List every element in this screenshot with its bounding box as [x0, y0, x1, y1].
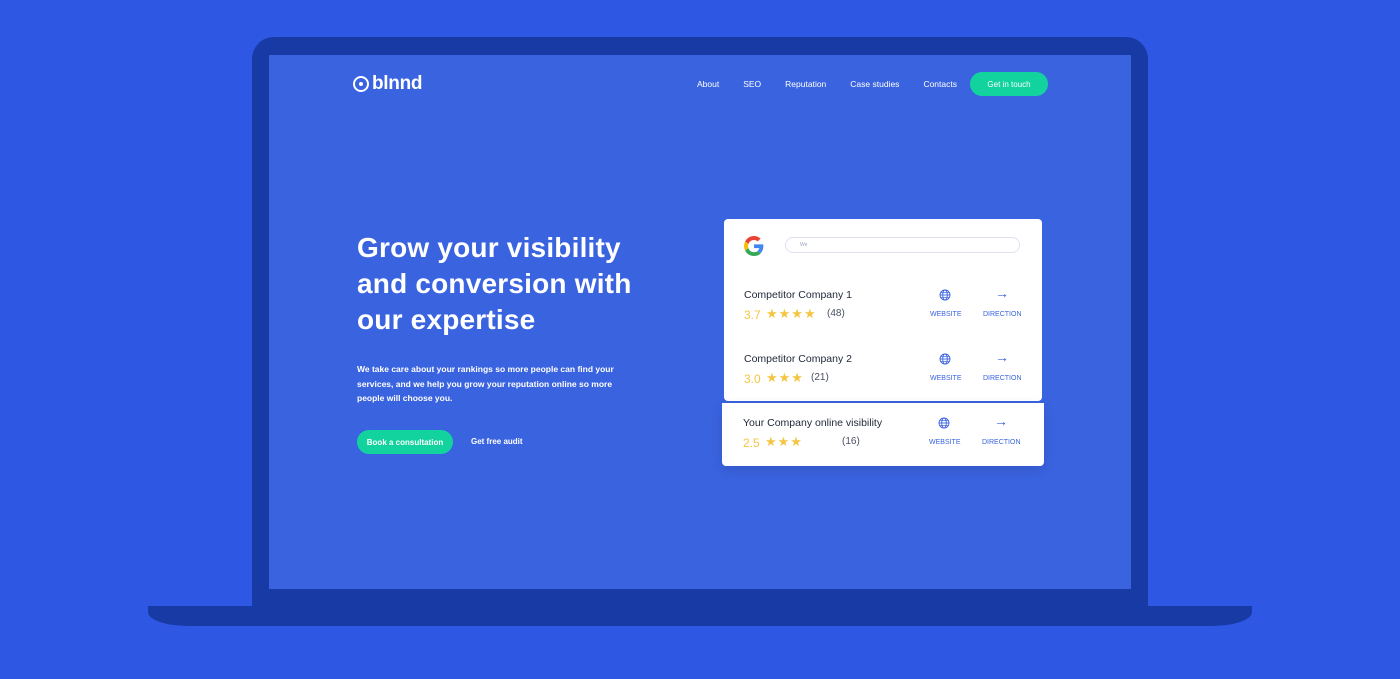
listing-name: Your Company online visibility: [743, 417, 883, 429]
listing-name: Competitor Company 2: [744, 353, 852, 365]
website-link[interactable]: WEBSITE: [930, 375, 962, 382]
nav-reputation[interactable]: Reputation: [785, 79, 826, 89]
nav-contacts[interactable]: Contacts: [923, 79, 957, 89]
free-audit-link[interactable]: Get free audit: [471, 437, 523, 446]
star-rating-icon: ★★★: [766, 370, 804, 385]
globe-icon[interactable]: [938, 417, 950, 429]
globe-icon[interactable]: [939, 289, 951, 301]
nav-seo[interactable]: SEO: [743, 79, 761, 89]
globe-icon[interactable]: [939, 353, 951, 365]
logo[interactable]: blnnd: [353, 73, 423, 94]
listing-rating: 3.0: [744, 372, 761, 386]
laptop-screen: blnnd About SEO Reputation Case studies …: [269, 55, 1131, 589]
arrow-right-icon[interactable]: →: [994, 413, 1008, 429]
listing-competitor-1: Competitor Company 1 3.7 ★★★★ (48) → WEB…: [744, 285, 1024, 329]
arrow-right-icon[interactable]: →: [995, 285, 1009, 301]
google-results-card: We Competitor Company 1 3.7 ★★★★ (48) → …: [724, 219, 1042, 401]
main-nav: About SEO Reputation Case studies Contac…: [697, 79, 981, 89]
listing-reviews: (16): [842, 436, 860, 447]
hero-title: Grow your visibility and conversion with…: [357, 232, 632, 335]
search-input[interactable]: We: [785, 237, 1020, 253]
listing-reviews: (48): [827, 308, 845, 319]
listing-your-company: Your Company online visibility 2.5 ★★★ (…: [743, 413, 1023, 457]
nav-about[interactable]: About: [697, 79, 719, 89]
listing-rating: 2.5: [743, 436, 760, 450]
hero-description: We take care about your rankings so more…: [357, 364, 614, 403]
direction-link[interactable]: DIRECTION: [982, 439, 1021, 446]
arrow-right-icon[interactable]: →: [995, 349, 1009, 365]
get-in-touch-button[interactable]: Get in touch: [970, 72, 1048, 96]
book-consultation-button[interactable]: Book a consultation: [357, 430, 453, 454]
star-rating-icon: ★★★: [765, 434, 803, 449]
direction-link[interactable]: DIRECTION: [983, 375, 1022, 382]
listing-reviews: (21): [811, 372, 829, 383]
listing-rating: 3.7: [744, 308, 761, 322]
listing-name: Competitor Company 1: [744, 289, 852, 301]
website-link[interactable]: WEBSITE: [929, 439, 961, 446]
logo-text: blnnd: [372, 73, 423, 94]
google-icon: [744, 236, 764, 256]
logo-mark-icon: [353, 76, 369, 92]
nav-case-studies[interactable]: Case studies: [850, 79, 899, 89]
website-link[interactable]: WEBSITE: [930, 311, 962, 318]
laptop-base: [148, 606, 1252, 626]
your-company-card: Your Company online visibility 2.5 ★★★ (…: [722, 403, 1044, 466]
direction-link[interactable]: DIRECTION: [983, 311, 1022, 318]
star-rating-icon: ★★★★: [766, 306, 817, 321]
listing-competitor-2: Competitor Company 2 3.0 ★★★ (21) → WEBS…: [744, 349, 1024, 393]
